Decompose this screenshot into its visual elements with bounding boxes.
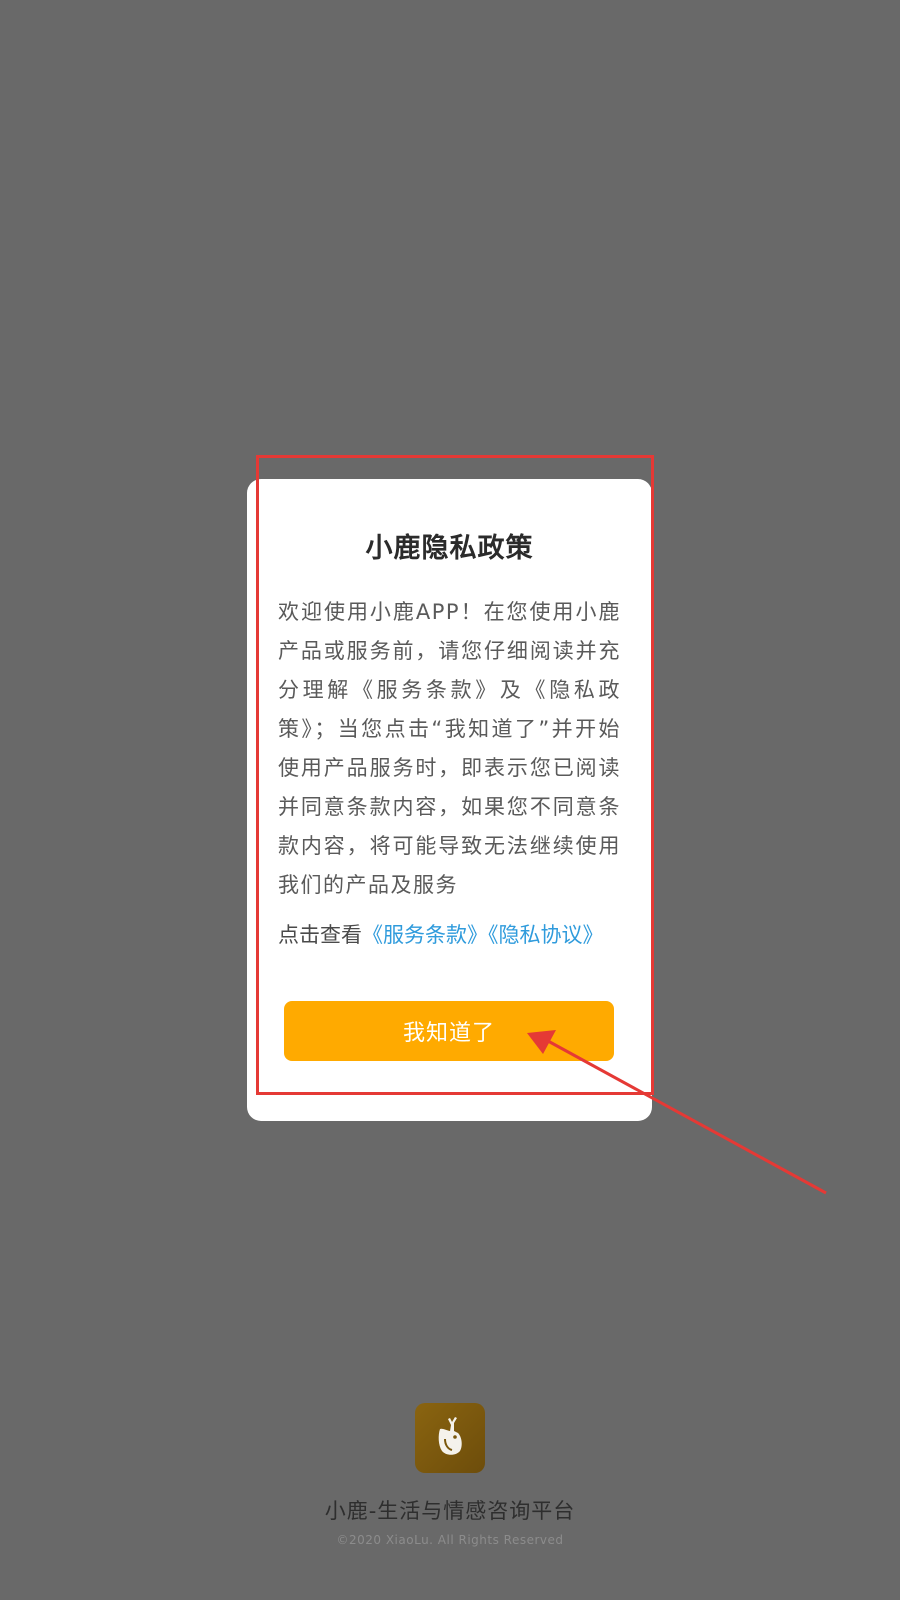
footer-branding: 小鹿-生活与情感咨询平台 ©2020 XiaoLu. All Rights Re…: [0, 1403, 900, 1547]
app-screen: { "dialog": { "title": "小鹿隐私政策", "body":…: [0, 0, 900, 1600]
app-name: 小鹿-生活与情感咨询平台: [324, 1499, 576, 1523]
privacy-agreement-link[interactable]: 《隐私协议》: [488, 923, 604, 947]
terms-of-service-link[interactable]: 《服务条款》: [362, 923, 488, 947]
links-prefix: 点击查看: [278, 923, 362, 947]
dialog-title: 小鹿隐私政策: [365, 533, 534, 564]
deer-icon: [415, 1403, 485, 1473]
dialog-body-text: 欢迎使用小鹿APP！在您使用小鹿产品或服务前，请您仔细阅读并充分理解《服务条款》…: [278, 600, 621, 897]
confirm-button[interactable]: 我知道了: [284, 1001, 614, 1061]
privacy-dialog: 小鹿隐私政策 欢迎使用小鹿APP！在您使用小鹿产品或服务前，请您仔细阅读并充分理…: [247, 479, 652, 1121]
copyright-text: ©2020 XiaoLu. All Rights Reserved: [336, 1533, 564, 1547]
dialog-links-row: 点击查看《服务条款》《隐私协议》: [278, 919, 621, 951]
